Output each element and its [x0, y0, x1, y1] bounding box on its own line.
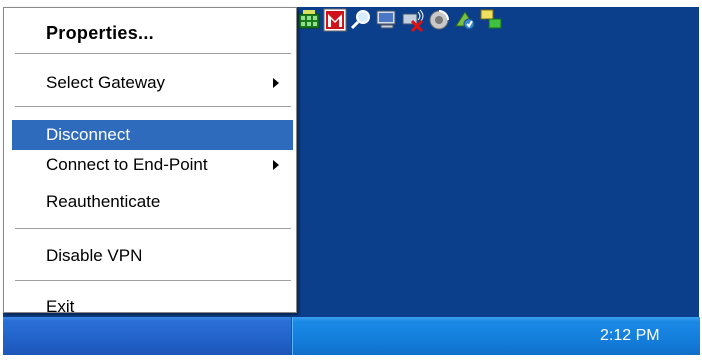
taskbar-clock[interactable]: 2:12 PM: [600, 327, 660, 345]
menu-separator: [15, 106, 291, 108]
menu-item-label: Disconnect: [46, 125, 131, 144]
vpn-context-menu: Properties... Select Gateway Disconnect …: [3, 7, 297, 316]
menu-item-label: Exit: [46, 297, 75, 316]
menu-item-label: Disable VPN: [46, 246, 143, 265]
volume-icon[interactable]: [427, 8, 451, 32]
menu-item-select-gateway[interactable]: Select Gateway: [12, 68, 293, 98]
menu-separator: [15, 280, 291, 282]
search-icon[interactable]: [349, 8, 373, 32]
menu-separator: [15, 53, 291, 55]
network-grid-icon[interactable]: [297, 8, 321, 32]
menu-item-disable-vpn[interactable]: Disable VPN: [12, 241, 293, 271]
wireless-disconnected-icon[interactable]: [401, 8, 425, 32]
menu-item-reauthenticate[interactable]: Reauthenticate: [12, 187, 293, 217]
menu-item-label: Connect to End-Point: [46, 155, 208, 174]
submenu-arrow-icon: [273, 78, 279, 88]
menu-item-label: Reauthenticate: [46, 192, 161, 211]
mcafee-icon[interactable]: [323, 8, 347, 32]
menu-item-properties[interactable]: Properties...: [12, 18, 293, 48]
submenu-arrow-icon: [273, 160, 279, 170]
menu-item-label: Select Gateway: [46, 73, 166, 92]
vpn-network-icon[interactable]: [479, 8, 503, 32]
update-icon[interactable]: [453, 8, 477, 32]
monitor-icon[interactable]: [375, 8, 399, 32]
menu-item-exit[interactable]: Exit: [12, 292, 293, 322]
menu-item-disconnect[interactable]: Disconnect: [12, 120, 293, 150]
menu-separator: [15, 228, 291, 230]
menu-item-label: Properties...: [46, 23, 154, 43]
menu-item-connect-to-end-point[interactable]: Connect to End-Point: [12, 150, 293, 180]
